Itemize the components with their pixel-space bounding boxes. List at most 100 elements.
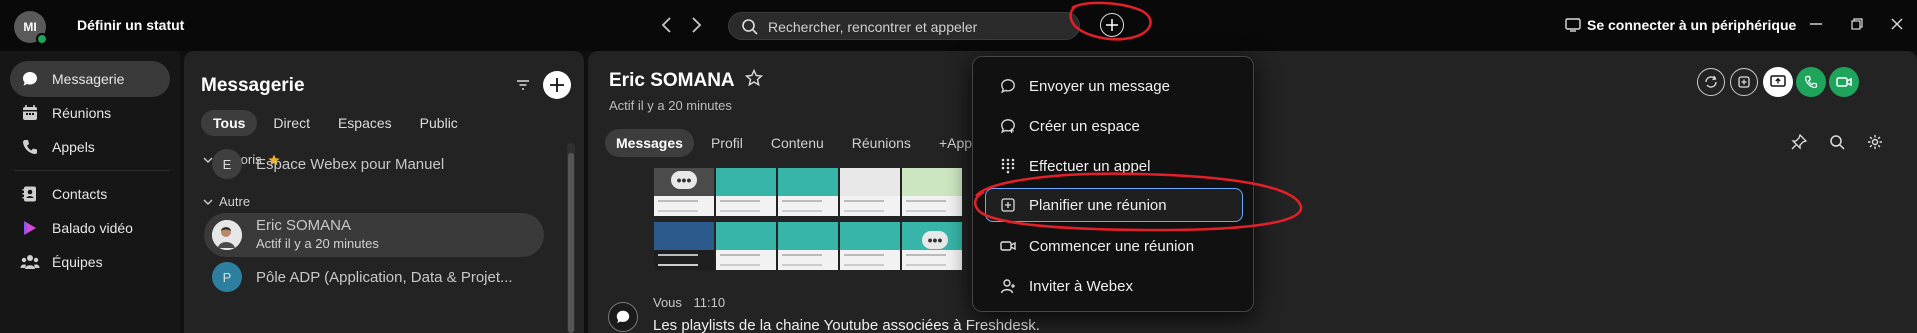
menu-item-schedule-meeting[interactable]: Planifier une réunion — [985, 188, 1243, 222]
nav-item-teams[interactable]: Équipes — [10, 244, 170, 280]
invite-icon — [999, 277, 1017, 295]
space-avatar: P — [212, 262, 242, 292]
search-placeholder: Rechercher, rencontrer et appeler — [768, 19, 978, 35]
dialpad-icon — [999, 157, 1017, 175]
chat-icon — [20, 69, 40, 89]
image-thumbnail[interactable] — [654, 222, 714, 270]
more-options-icon[interactable]: ••• — [671, 171, 697, 189]
image-thumbnail[interactable] — [716, 168, 776, 216]
nav-item-calls[interactable]: Appels — [10, 129, 170, 165]
list-item-space[interactable]: E Espace Webex pour Manuel — [212, 142, 544, 186]
nav-item-contacts[interactable]: Contacts — [10, 176, 170, 212]
connect-device-label: Se connecter à un périphérique — [1587, 17, 1797, 33]
search-icon[interactable] — [1826, 131, 1848, 153]
pin-icon[interactable] — [1788, 131, 1810, 153]
image-thumbnail[interactable] — [778, 222, 838, 270]
space-avatar: E — [212, 149, 242, 179]
close-icon[interactable] — [1887, 14, 1907, 34]
connect-device-button[interactable]: Se connecter à un périphérique — [1565, 17, 1796, 33]
list-item-space[interactable]: P Pôle ADP (Application, Data & Projet..… — [212, 255, 544, 299]
space-text: Eric SOMANA Actif il y a 20 minutes — [256, 217, 379, 253]
menu-item-make-call[interactable]: Effectuer un appel — [981, 149, 1245, 183]
restore-icon[interactable] — [1847, 14, 1867, 34]
screen-share-icon — [1565, 18, 1581, 32]
nav-item-vidcast[interactable]: Balado vidéo — [10, 210, 170, 246]
create-space-icon — [999, 117, 1017, 135]
menu-item-create-space[interactable]: Créer un espace — [981, 109, 1245, 143]
tab-content[interactable]: Contenu — [760, 129, 835, 157]
space-name: Eric SOMANA — [256, 217, 352, 234]
message-sender: Vous — [653, 295, 682, 310]
audio-call-icon[interactable] — [1796, 67, 1826, 97]
top-bar: MI Définir un statut Rechercher, rencont… — [0, 0, 1917, 51]
menu-item-start-meeting[interactable]: Commencer une réunion — [981, 229, 1245, 263]
tab-public[interactable]: Public — [408, 110, 470, 136]
nav-label-calls: Appels — [52, 139, 95, 155]
image-thumbnail[interactable] — [716, 222, 776, 270]
image-thumbnail[interactable] — [840, 168, 900, 216]
add-space-button[interactable] — [543, 71, 571, 99]
filter-icon[interactable] — [514, 78, 534, 98]
minimize-icon[interactable] — [1806, 14, 1826, 34]
menu-item-label: Commencer une réunion — [1029, 237, 1195, 255]
messaging-panel: Messagerie Tous Direct Espaces Public Fa… — [184, 51, 584, 333]
favorite-star-icon[interactable] — [744, 68, 764, 93]
other-section-header[interactable]: Autre — [203, 194, 250, 209]
shared-images-grid[interactable]: ••• ••• — [654, 168, 978, 272]
messaging-title: Messagerie — [201, 75, 305, 96]
search-bar[interactable]: Rechercher, rencontrer et appeler — [728, 12, 1080, 40]
avatar-initials: MI — [23, 20, 37, 34]
nav-label-contacts: Contacts — [52, 186, 108, 202]
settings-gear-icon[interactable] — [1864, 131, 1886, 153]
image-thumbnail[interactable] — [840, 222, 900, 270]
nav-item-meetings[interactable]: Réunions — [10, 95, 170, 131]
add-to-space-icon[interactable] — [1730, 68, 1758, 96]
left-navigation: Messagerie Réunions Appels Contacts Bala… — [0, 51, 180, 333]
chevron-down-icon — [203, 199, 213, 205]
menu-item-invite[interactable]: Inviter à Webex — [981, 269, 1245, 303]
message-text: Les playlists de la chaine Youtube assoc… — [653, 317, 1040, 333]
menu-item-label: Envoyer un message — [1029, 77, 1170, 95]
image-thumbnail[interactable] — [902, 168, 962, 216]
message-meta: Vous 11:10 — [653, 295, 725, 310]
tab-direct[interactable]: Direct — [261, 110, 322, 136]
nav-label-messaging: Messagerie — [52, 71, 125, 87]
nav-item-messaging[interactable]: Messagerie — [10, 61, 170, 97]
menu-item-label: Inviter à Webex — [1029, 277, 1133, 295]
nav-label-teams: Équipes — [52, 254, 103, 270]
tab-all[interactable]: Tous — [201, 110, 258, 136]
presence-dot — [36, 33, 48, 45]
tab-messages[interactable]: Messages — [605, 129, 694, 157]
image-thumbnail[interactable] — [778, 168, 838, 216]
new-action-plus-button[interactable] — [1100, 13, 1124, 37]
menu-item-send-message[interactable]: Envoyer un message — [981, 69, 1245, 103]
list-item-space-selected[interactable]: Eric SOMANA Actif il y a 20 minutes — [204, 213, 544, 257]
calendar-icon — [20, 103, 40, 123]
set-status-link[interactable]: Définir un statut — [77, 17, 184, 33]
contact-status: Actif il y a 20 minutes — [609, 98, 732, 113]
forward-arrow-icon[interactable] — [686, 14, 706, 36]
message-icon — [999, 77, 1017, 95]
schedule-icon — [999, 196, 1017, 214]
menu-item-label: Planifier une réunion — [1029, 196, 1167, 214]
messaging-tabs: Tous Direct Espaces Public — [201, 110, 470, 136]
share-screen-icon[interactable] — [1763, 67, 1793, 97]
back-arrow-icon[interactable] — [657, 14, 677, 36]
vidcast-icon — [20, 218, 40, 238]
more-options-icon[interactable]: ••• — [922, 231, 948, 249]
scroll-thumb[interactable] — [568, 153, 574, 333]
tab-spaces[interactable]: Espaces — [326, 110, 404, 136]
contact-name: Eric SOMANA — [609, 70, 735, 91]
contacts-icon — [20, 184, 40, 204]
tab-meetings[interactable]: Réunions — [841, 129, 922, 157]
user-avatar[interactable]: MI — [14, 11, 48, 45]
sync-icon[interactable] — [1697, 68, 1725, 96]
chat-tabs: Messages Profil Contenu Réunions +Apps — [605, 129, 990, 157]
space-name: Pôle ADP (Application, Data & Projet... — [256, 268, 513, 286]
search-icon — [741, 18, 759, 36]
video-call-icon[interactable] — [1829, 67, 1859, 97]
menu-item-label: Effectuer un appel — [1029, 157, 1151, 175]
tab-profile[interactable]: Profil — [700, 129, 754, 157]
space-name: Espace Webex pour Manuel — [256, 155, 445, 173]
scrollbar[interactable] — [567, 143, 575, 333]
